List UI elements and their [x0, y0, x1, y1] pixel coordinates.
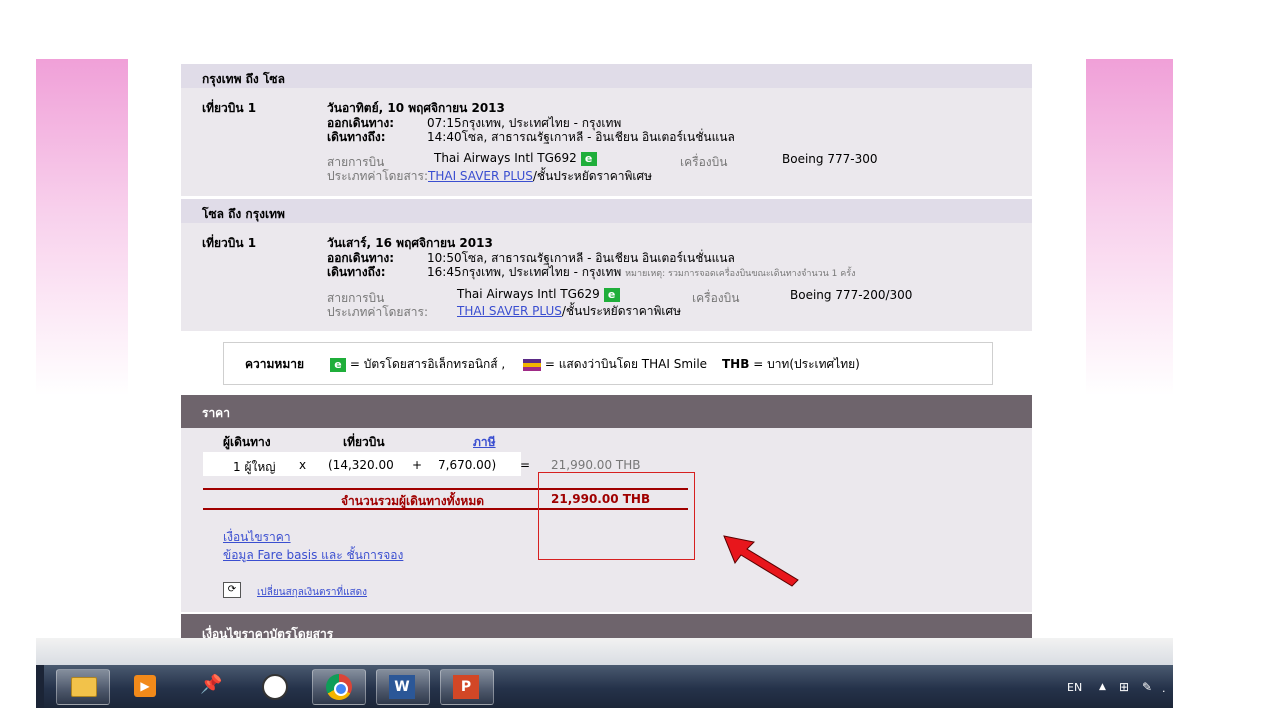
- legend-thb-text: = บาท(ประเทศไทย): [753, 357, 860, 371]
- eticket-icon: e: [330, 357, 346, 372]
- tray-overflow-icon[interactable]: .: [1162, 682, 1166, 695]
- outbound-flight-panel: เที่ยวบิน 1 วันอาทิตย์, 10 พฤศจิกายน 201…: [181, 88, 1032, 196]
- eticket-icon: e: [580, 151, 597, 166]
- window-bottom-strip: [36, 638, 1173, 665]
- legend-thb-code: THB: [722, 357, 750, 371]
- col-flight-header: เที่ยวบิน: [343, 435, 385, 449]
- pushpin-icon: 📌: [200, 674, 223, 695]
- legend-smile-text: = แสดงว่าบินโดย THAI Smile: [544, 357, 708, 371]
- outbound-route-title: กรุงเทพ ถึง โซล: [202, 72, 285, 86]
- tax-amount: 7,670.00): [438, 458, 497, 472]
- eticket-icon: e: [603, 287, 620, 302]
- outbound-fare-type-suffix: /ชั้นประหยัดราคาพิเศษ: [532, 169, 653, 183]
- media-player-icon: ▶: [134, 675, 156, 697]
- highlight-box: [538, 472, 695, 560]
- clock-icon: [262, 674, 288, 700]
- taskbar-word-button[interactable]: W: [376, 669, 430, 705]
- outbound-arrive-label: เดินทางถึง:: [327, 130, 386, 144]
- price-section-header: ราคา: [181, 395, 1032, 428]
- inbound-airline: Thai Airways Intl TG629 e: [457, 287, 620, 302]
- outbound-fare-type: ประเภทค่าโดยสาร:THAI SAVER PLUS/ชั้นประห…: [327, 167, 652, 186]
- taskbar-clock-button[interactable]: [248, 669, 300, 703]
- inbound-fare-type: THAI SAVER PLUS/ชั้นประหยัดราคาพิเศษ: [457, 302, 681, 321]
- tray-chevron-icon[interactable]: ▲: [1099, 682, 1106, 692]
- taskbar-explorer-button[interactable]: [56, 669, 110, 705]
- legend-currency: THB = บาท(ประเทศไทย): [722, 355, 860, 374]
- red-arrow-icon: [723, 535, 799, 587]
- legend-title: ความหมาย: [245, 357, 305, 371]
- taskbar-media-button[interactable]: ▶: [120, 669, 172, 703]
- outbound-airline: Thai Airways Intl TG692 e: [434, 151, 597, 166]
- equals-sign: =: [520, 458, 531, 472]
- outbound-aircraft-label: เครื่องบิน: [680, 155, 728, 169]
- inbound-arrive-label: เดินทางถึง:: [327, 265, 386, 279]
- next-section-header: เงื่อนไขราคาบัตรโดยสาร: [181, 614, 1032, 638]
- next-section-title: เงื่อนไขราคาบัตรโดยสาร: [202, 627, 334, 638]
- language-indicator[interactable]: EN: [1067, 681, 1082, 694]
- change-currency-link[interactable]: เปลี่ยนสกุลเงินตราที่แสดง: [257, 585, 367, 600]
- outbound-aircraft-value: Boeing 777-300: [782, 152, 878, 166]
- inbound-aircraft-value: Boeing 777-200/300: [790, 288, 913, 302]
- inbound-route-header: โซล ถึง กรุงเทพ: [181, 198, 1032, 223]
- word-icon: W: [389, 675, 415, 699]
- inbound-flight-label: เที่ยวบิน 1: [202, 236, 257, 250]
- inbound-arrive-row: 16:45กรุงเทพ, ประเทศไทย - กรุงเทพ หมายเห…: [427, 263, 856, 282]
- left-decor-panel: [36, 59, 128, 396]
- subtotal: 21,990.00 THB: [551, 458, 641, 472]
- outbound-airline-value: Thai Airways Intl TG692: [434, 151, 577, 165]
- thai-smile-icon: [523, 358, 541, 371]
- inbound-arrive-value: 16:45กรุงเทพ, ประเทศไทย - กรุงเทพ: [427, 265, 622, 279]
- legend-box: ความหมาย e = บัตรโดยสารอิเล็กทรอนิกส์ , …: [223, 342, 993, 385]
- legend-smile: = แสดงว่าบินโดย THAI Smile: [523, 355, 707, 374]
- inbound-fare-type-link[interactable]: THAI SAVER PLUS: [457, 304, 562, 318]
- taskbar-chrome-button[interactable]: [312, 669, 366, 705]
- passenger-count: 1 ผู้ใหญ่: [233, 460, 276, 474]
- right-decor-panel: [1086, 59, 1173, 396]
- taskbar: ▶ 📌 W P EN ▲ ⊞ ✎ .: [36, 665, 1173, 708]
- outbound-fare-type-link[interactable]: THAI SAVER PLUS: [428, 169, 533, 183]
- times-sign: x: [299, 458, 307, 472]
- inbound-arrive-note: หมายเหตุ: รวมการจอดเครื่องบินขณะเดินทางจ…: [625, 269, 856, 279]
- inbound-route-title: โซล ถึง กรุงเทพ: [202, 207, 285, 221]
- currency-change-icon[interactable]: ⟳: [223, 582, 241, 598]
- legend-eticket-text: = บัตรโดยสารอิเล็กทรอนิกส์ ,: [349, 357, 506, 371]
- inbound-airline-value: Thai Airways Intl TG629: [457, 287, 600, 301]
- taskbar-pin-button[interactable]: 📌: [184, 669, 236, 703]
- inbound-fare-type-suffix: /ชั้นประหยัดราคาพิเศษ: [561, 304, 681, 318]
- fare-conditions-link[interactable]: เงื่อนไขราคา: [223, 528, 291, 547]
- outbound-route-header: กรุงเทพ ถึง โซล: [181, 63, 1032, 88]
- outbound-fare-type-label: ประเภทค่าโดยสาร:: [327, 169, 429, 183]
- col-tax-header-link[interactable]: ภาษี: [473, 433, 496, 452]
- start-edge[interactable]: [36, 665, 44, 708]
- price-section-title: ราคา: [202, 406, 230, 420]
- outbound-arrive-value: 14:40โซล, สาธารณรัฐเกาหลี - อินเชียน อิน…: [427, 130, 735, 144]
- inbound-aircraft-label: เครื่องบิน: [692, 291, 740, 305]
- taskbar-powerpoint-button[interactable]: P: [440, 669, 494, 705]
- fare-basis-link[interactable]: ข้อมูล Fare basis และ ชั้นการจอง: [223, 546, 403, 565]
- chrome-icon-center: [334, 682, 348, 696]
- tray-network-icon[interactable]: ⊞: [1119, 680, 1129, 694]
- col-passenger-header: ผู้เดินทาง: [223, 435, 271, 449]
- tray-pin-icon[interactable]: ✎: [1142, 680, 1152, 694]
- powerpoint-icon: P: [453, 675, 479, 699]
- folder-icon: [71, 677, 97, 697]
- plus-sign: +: [412, 458, 423, 472]
- legend-eticket: e = บัตรโดยสารอิเล็กทรอนิกส์ ,: [330, 355, 505, 374]
- outbound-flight-label: เที่ยวบิน 1: [202, 101, 257, 115]
- base-fare: (14,320.00: [328, 458, 394, 472]
- inbound-flight-panel: เที่ยวบิน 1 วันเสาร์, 16 พฤศจิกายน 2013 …: [181, 223, 1032, 331]
- inbound-fare-type-label: ประเภทค่าโดยสาร:: [327, 305, 429, 319]
